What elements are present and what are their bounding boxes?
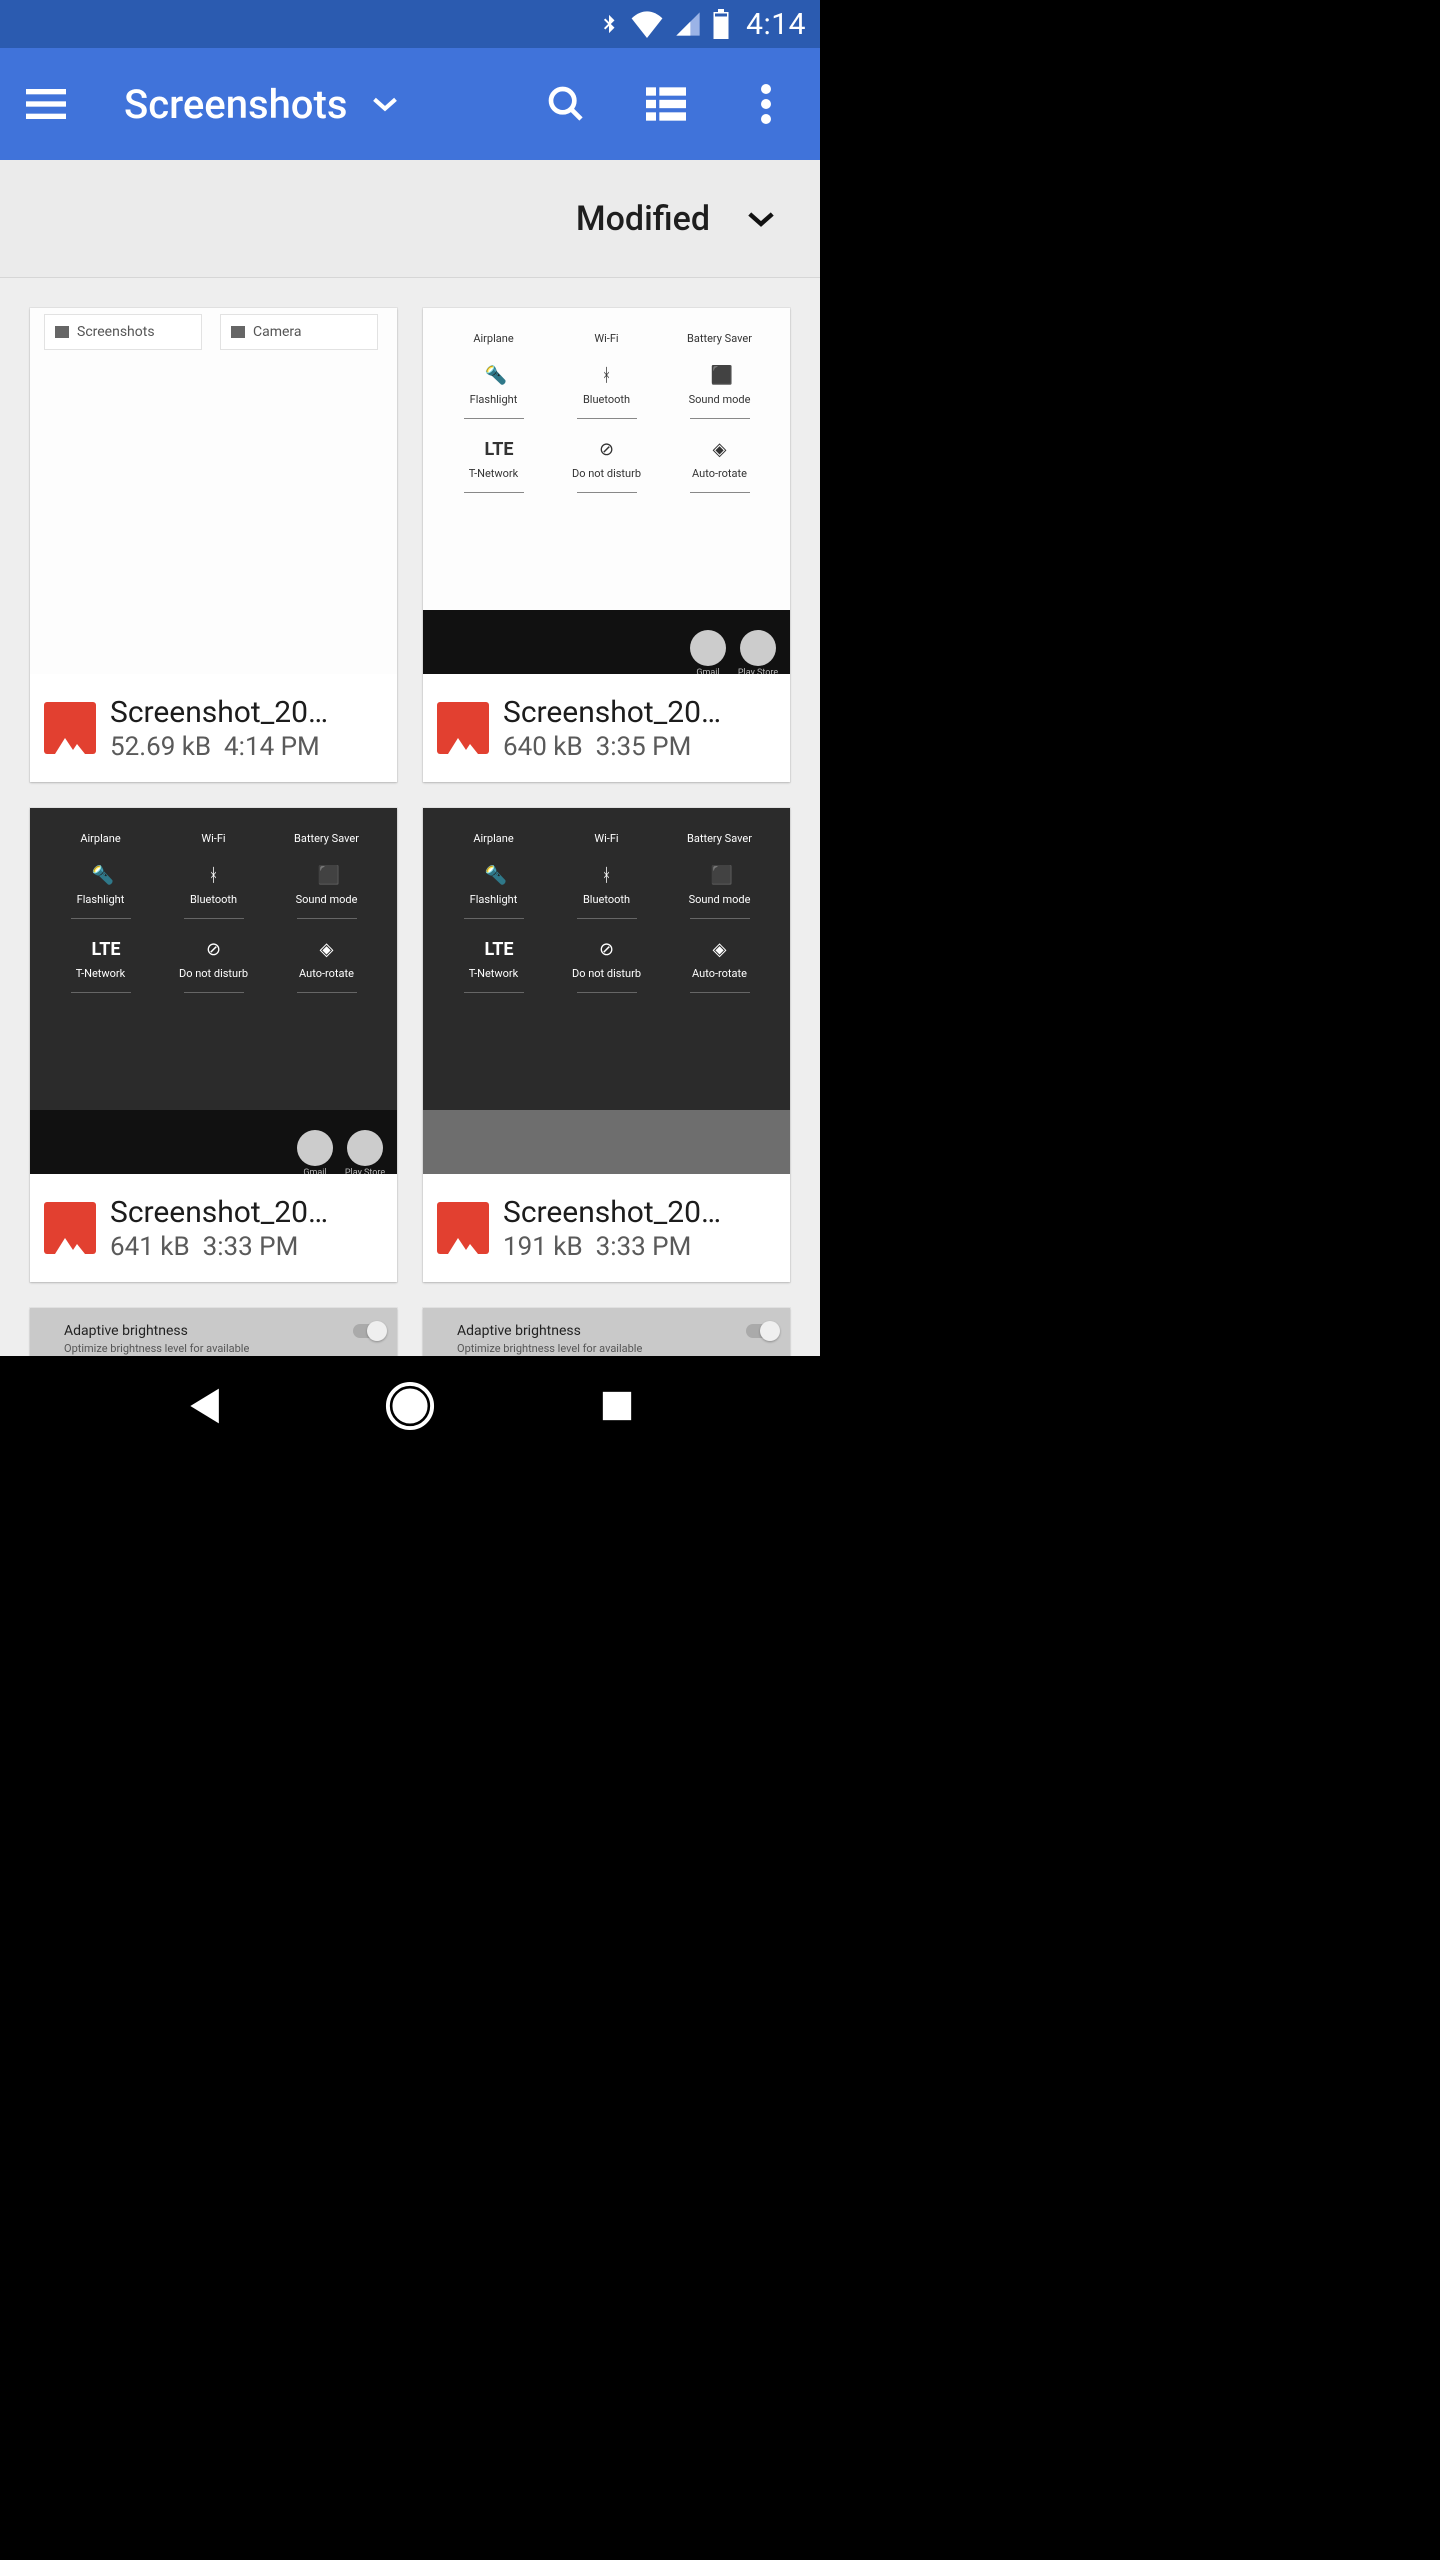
view-list-button[interactable] [644,82,688,126]
wifi-icon [630,10,664,38]
file-details: 640 kB 3:35 PM [503,732,776,762]
back-button[interactable] [173,1376,233,1436]
battery-icon [712,9,730,39]
menu-button[interactable] [24,82,68,126]
image-icon [437,1202,489,1254]
file-thumbnail: Airplane Wi-Fi Battery Saver 🔦Flashlight… [423,808,790,1174]
navigation-bar [0,1356,820,1456]
status-bar: 4:14 [0,0,820,48]
app-bar: Screenshots [0,48,820,160]
page-title: Screenshots [124,81,347,128]
image-icon [44,702,96,754]
file-card[interactable]: Screenshots Camera Screenshot_20… 52.69 … [30,308,397,782]
sort-label: Modified [576,199,710,239]
file-card[interactable]: Airplane Wi-Fi Battery Saver 🔦Flashlight… [423,808,790,1282]
chevron-down-icon [746,209,776,229]
file-name: Screenshot_20… [110,695,383,730]
file-card[interactable]: Adaptive brightness Optimize brightness … [30,1308,397,1356]
file-thumbnail: Airplane Wi-Fi Battery Saver 🔦Flashlight… [423,308,790,674]
file-name: Screenshot_20… [503,1195,776,1230]
file-details: 191 kB 3:33 PM [503,1232,776,1262]
cell-signal-icon [674,10,702,38]
sort-bar[interactable]: Modified [0,160,820,278]
more-options-button[interactable] [744,82,788,126]
file-thumbnail: Screenshots Camera [30,308,397,674]
file-card[interactable]: Airplane Wi-Fi Battery Saver 🔦Flashlight… [30,808,397,1282]
file-thumbnail: Airplane Wi-Fi Battery Saver 🔦Flashlight… [30,808,397,1174]
home-button[interactable] [380,1376,440,1436]
file-card[interactable]: Adaptive brightness Optimize brightness … [423,1308,790,1356]
image-icon [437,702,489,754]
bluetooth-icon [598,8,620,40]
file-name: Screenshot_20… [503,695,776,730]
file-card[interactable]: Airplane Wi-Fi Battery Saver 🔦Flashlight… [423,308,790,782]
search-button[interactable] [544,82,588,126]
recents-button[interactable] [587,1376,647,1436]
file-grid-container[interactable]: Screenshots Camera Screenshot_20… 52.69 … [0,278,820,1356]
status-time: 4:14 [746,7,806,42]
title-dropdown[interactable]: Screenshots [124,81,544,128]
file-name: Screenshot_20… [110,1195,383,1230]
file-thumbnail: Adaptive brightness Optimize brightness … [30,1308,397,1356]
chevron-down-icon [371,95,399,113]
file-details: 641 kB 3:33 PM [110,1232,383,1262]
image-icon [44,1202,96,1254]
file-details: 52.69 kB 4:14 PM [110,732,383,762]
file-thumbnail: Adaptive brightness Optimize brightness … [423,1308,790,1356]
